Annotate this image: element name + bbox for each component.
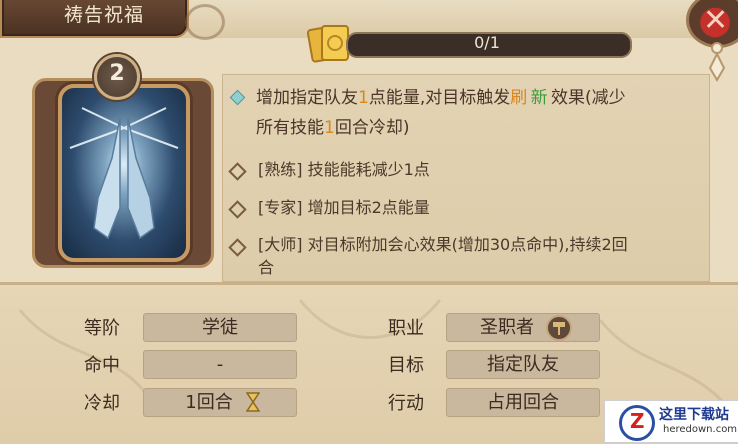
hammer-icon [546, 315, 572, 341]
upgrade-item: [大师] 对目标附加会心效果(增加30点命中),持续2回 [258, 235, 628, 254]
level-badge: 2 [94, 54, 140, 100]
upgrade-item-continued: 合 [258, 258, 275, 277]
title-plate: 祷告祝福 [0, 0, 189, 38]
desc-text: 回合冷却) [334, 118, 410, 138]
desc-highlight: 新 [530, 88, 548, 108]
hit-field: - [143, 350, 297, 379]
desc-text: 增加指定队友 [256, 88, 358, 108]
action-label: 行动 [388, 393, 424, 414]
upgrade-item: [专家] 增加目标2点能量 [258, 198, 430, 217]
close-icon: ✕ [703, 3, 729, 38]
progress-text: 0/1 [474, 33, 500, 52]
desc-text: 点能量,对目标触发 [368, 88, 511, 108]
desc-text: 所有技能 [256, 118, 324, 138]
watermark-logo-icon: Z [619, 405, 655, 441]
target-field: 指定队友 [446, 350, 600, 379]
action-field: 占用回合 [446, 388, 600, 417]
title-ornament [185, 4, 225, 40]
hourglass-icon [246, 392, 260, 412]
rank-field: 学徒 [143, 313, 297, 342]
watermark-title: 这里下载站 [659, 407, 729, 423]
class-field: 圣职者 [446, 313, 600, 342]
class-label: 职业 [388, 318, 424, 339]
hit-value: - [216, 354, 224, 375]
site-watermark: Z 这里下载站 heredown.com [604, 400, 738, 443]
desc-highlight: 1 [324, 118, 335, 138]
description-line-2: 所有技能1回合冷却) [256, 116, 409, 140]
target-label: 目标 [388, 355, 424, 376]
skill-card [58, 84, 190, 262]
cooldown-label: 冷却 [84, 393, 120, 414]
watermark-url: heredown.com [663, 424, 738, 435]
desc-highlight: 刷 [510, 88, 528, 108]
hit-label: 命中 [84, 355, 120, 376]
target-value: 指定队友 [487, 354, 559, 375]
page-title: 祷告祝福 [64, 4, 145, 26]
watermark-logo-letter: Z [630, 409, 645, 433]
rank-value: 学徒 [202, 317, 238, 338]
desc-text: 效果(减少 [551, 88, 626, 108]
description-line-1: 增加指定队友1点能量,对目标触发刷 新 效果(减少 [256, 86, 626, 110]
level-number: 2 [109, 61, 125, 86]
desc-highlight: 1 [358, 88, 369, 108]
cooldown-field: 1回合 [143, 388, 297, 417]
skill-detail-window: 祷告祝福 ✕ 0/1 2 增加指定队友1点能量,对目标触发刷 新 效果(减少 所… [0, 0, 738, 444]
upgrade-item: [熟练] 技能能耗减少1点 [258, 160, 430, 179]
action-value: 占用回合 [487, 392, 559, 413]
praying-hands-icon [69, 107, 179, 240]
rank-label: 等阶 [84, 318, 120, 339]
